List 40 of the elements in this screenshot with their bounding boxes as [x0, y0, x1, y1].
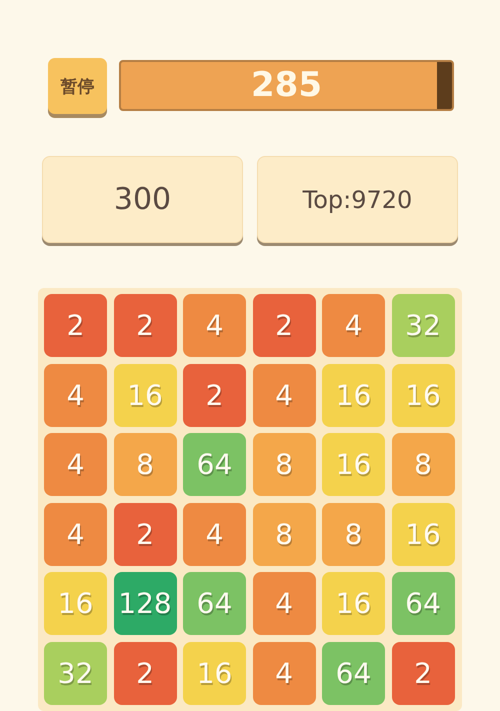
score-text: Top:9720 — [302, 186, 412, 214]
tile-number: 2 — [66, 309, 84, 342]
tile-number: 4 — [275, 656, 293, 690]
tile-number: 8 — [414, 448, 432, 481]
tile-number: 2 — [136, 518, 154, 550]
tile-number: 4 — [275, 378, 293, 412]
tile-number: 16 — [58, 587, 94, 620]
tile-number: 8 — [275, 448, 293, 481]
tile-number: 2 — [414, 656, 432, 690]
tile-number: 4 — [275, 587, 293, 620]
tile-number: 16 — [405, 378, 441, 412]
tile-number: 64 — [336, 656, 372, 690]
tile-number: 2 — [136, 309, 154, 342]
tile-number: 2 — [275, 309, 293, 342]
tile-number: 4 — [66, 448, 84, 481]
timer-reading: 285 — [250, 64, 323, 107]
pause-button[interactable]: 暂停 — [48, 58, 107, 114]
tile-number: 64 — [405, 587, 441, 620]
score-text: 300 — [114, 182, 172, 217]
tile-number: 64 — [196, 448, 232, 481]
tile-number: 16 — [405, 518, 441, 550]
tile-number: 16 — [196, 656, 232, 690]
tile-number: 4 — [206, 518, 224, 550]
tile-number: 32 — [405, 309, 441, 342]
tile-number: 2 — [206, 378, 224, 412]
tile-number: 8 — [275, 518, 293, 550]
tile-number: 4 — [66, 378, 84, 412]
tile-number: 4 — [344, 309, 362, 342]
tile-number: 32 — [58, 656, 94, 690]
tile-number: 16 — [127, 378, 163, 412]
tile-number: 8 — [344, 518, 362, 550]
tile-number: 64 — [196, 587, 232, 620]
tile-number: 128 — [118, 587, 172, 620]
tile-number: 16 — [336, 448, 372, 481]
tile-number: 16 — [336, 587, 372, 620]
tile-number: 2 — [136, 656, 154, 690]
tile-number: 16 — [336, 378, 372, 412]
tile-number: 4 — [206, 309, 224, 342]
tile-number: 4 — [66, 518, 84, 550]
tile-number: 8 — [136, 448, 154, 481]
